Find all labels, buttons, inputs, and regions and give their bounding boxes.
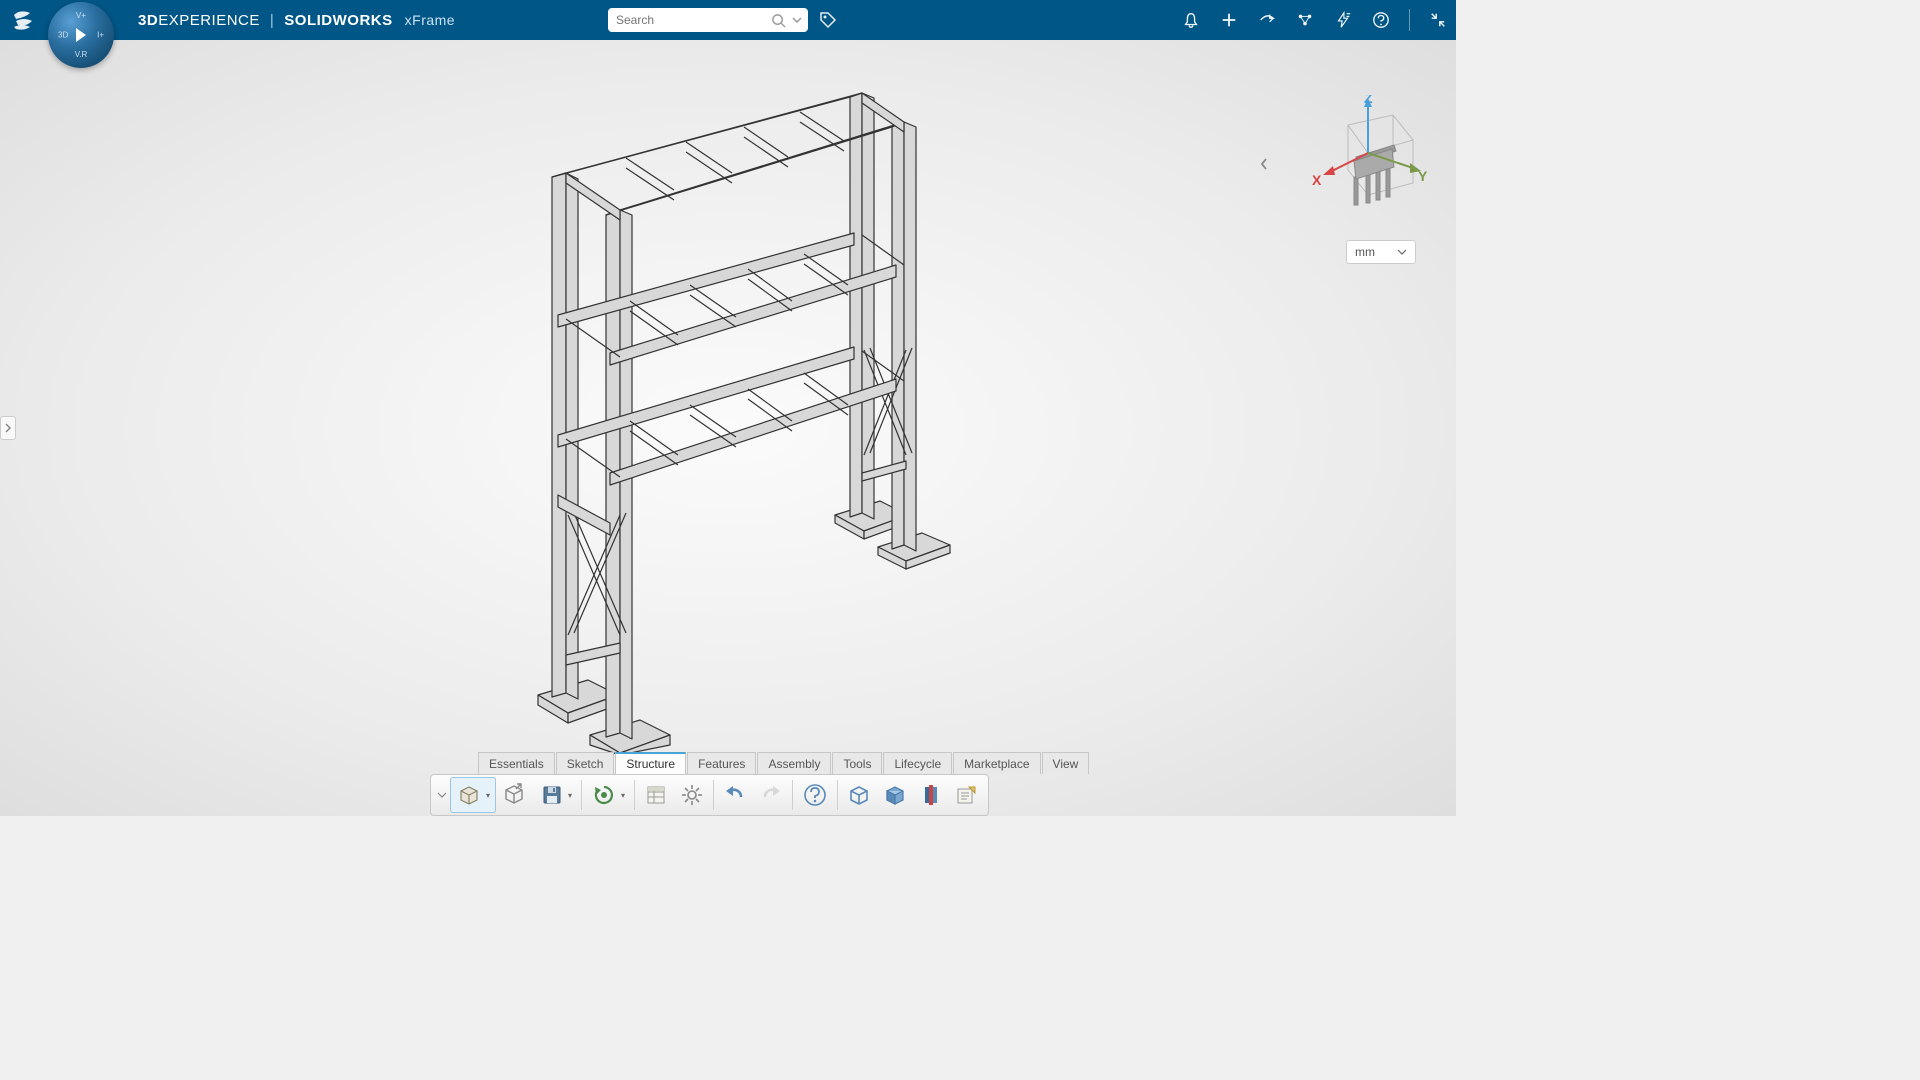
separator (837, 780, 838, 810)
command-tabs: EssentialsSketchStructureFeaturesAssembl… (478, 752, 1089, 774)
search-icon[interactable] (771, 13, 786, 28)
help-icon[interactable] (1371, 10, 1391, 30)
bottom-toolbar: ▾ ▾ ▾ (430, 774, 989, 816)
notification-icon[interactable] (1181, 10, 1201, 30)
compass-top-label: V+ (76, 11, 86, 20)
display-solid-button[interactable] (877, 777, 913, 813)
toolbar-options-dropdown[interactable] (434, 777, 450, 813)
orientation-triad[interactable]: Z X Y (1298, 95, 1428, 215)
save-icon (540, 783, 564, 807)
help-button[interactable] (796, 777, 834, 813)
open-button[interactable] (496, 777, 534, 813)
tab-marketplace[interactable]: Marketplace (953, 752, 1040, 774)
undo-button[interactable] (717, 777, 753, 813)
annotations-icon (955, 783, 979, 807)
separator (1409, 9, 1410, 31)
redo-button[interactable] (753, 777, 789, 813)
add-icon[interactable] (1219, 10, 1239, 30)
y-axis-label: Y (1418, 168, 1428, 184)
chevron-down-icon: ▾ (486, 791, 490, 800)
tab-assembly[interactable]: Assembly (757, 752, 831, 774)
lightning-icon[interactable] (1333, 10, 1353, 30)
redo-icon (759, 783, 783, 807)
top-right-actions (1181, 9, 1448, 31)
help-icon (802, 782, 828, 808)
play-icon (76, 28, 86, 42)
save-button[interactable]: ▾ (534, 777, 578, 813)
search-input-wrapper (608, 8, 808, 32)
separator (792, 780, 793, 810)
collapse-icon[interactable] (1428, 10, 1448, 30)
settings-icon (680, 783, 704, 807)
separator (581, 780, 582, 810)
display-box-button[interactable] (841, 777, 877, 813)
update-icon (591, 782, 617, 808)
properties-icon (644, 783, 668, 807)
separator (713, 780, 714, 810)
display-box-icon (847, 783, 871, 807)
tab-sketch[interactable]: Sketch (556, 752, 615, 774)
tab-essentials[interactable]: Essentials (478, 752, 555, 774)
tab-features[interactable]: Features (687, 752, 756, 774)
compass-right-label: I+ (97, 31, 104, 40)
tab-structure[interactable]: Structure (615, 752, 686, 774)
tab-tools[interactable]: Tools (832, 752, 882, 774)
tag-icon[interactable] (818, 10, 838, 30)
3d-model[interactable]: .beam{fill:#d8d8d8;stroke:#333;stroke-wi… (450, 75, 1000, 755)
section-icon (919, 783, 943, 807)
update-button[interactable]: ▾ (585, 777, 631, 813)
chevron-down-icon: ▾ (621, 791, 625, 800)
z-axis-label: Z (1364, 95, 1373, 106)
compass-button[interactable]: V+ V.R 3D I+ (48, 2, 114, 68)
display-solid-icon (883, 783, 907, 807)
expand-left-panel-button[interactable] (0, 416, 16, 440)
document-name: xFrame (405, 12, 455, 28)
units-select[interactable]: mm (1346, 240, 1416, 264)
chevron-down-icon: ▾ (568, 791, 572, 800)
tab-lifecycle[interactable]: Lifecycle (883, 752, 952, 774)
new-part-icon (456, 782, 482, 808)
new-part-button[interactable]: ▾ (450, 777, 496, 813)
expand-right-panel-button[interactable] (1256, 154, 1272, 174)
search-dropdown-icon[interactable] (792, 15, 802, 25)
compass-bottom-label: V.R (75, 50, 88, 59)
separator (634, 780, 635, 810)
properties-button[interactable] (638, 777, 674, 813)
chevron-down-icon (1397, 249, 1407, 255)
open-icon (502, 782, 528, 808)
x-axis-label: X (1312, 172, 1322, 188)
share-icon[interactable] (1257, 10, 1277, 30)
tab-view[interactable]: View (1042, 752, 1090, 774)
3d-viewport[interactable]: Z X Y mm .beam{fill:#d8d8d8;stroke:#333;… (0, 40, 1456, 816)
ds-logo-icon[interactable] (8, 5, 38, 35)
collaborate-icon[interactable] (1295, 10, 1315, 30)
brand-title: 3DEXPERIENCE | SOLIDWORKS xFrame (138, 12, 455, 29)
settings-button[interactable] (674, 777, 710, 813)
compass-left-label: 3D (58, 31, 68, 40)
section-button[interactable] (913, 777, 949, 813)
units-value: mm (1355, 245, 1375, 259)
undo-icon (723, 783, 747, 807)
annotations-button[interactable] (949, 777, 985, 813)
search-input[interactable] (616, 13, 771, 27)
top-bar: V+ V.R 3D I+ 3DEXPERIENCE | SOLIDWORKS x… (0, 0, 1456, 40)
